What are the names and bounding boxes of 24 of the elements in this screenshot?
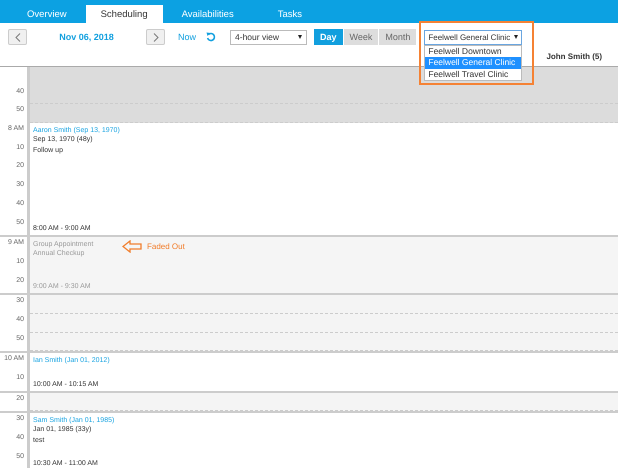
provider-name: John Smith (5) — [546, 52, 602, 63]
chevron-right-icon — [152, 32, 158, 42]
view-tab[interactable]: Month — [379, 29, 416, 45]
dropdown-option[interactable]: Feelwell Downtown — [425, 46, 522, 57]
dropdown-option[interactable]: Feelwell General Clinic — [425, 57, 522, 68]
tab[interactable]: Overview — [12, 5, 82, 23]
chevron-left-icon — [14, 32, 20, 42]
now-link[interactable]: Now — [178, 32, 196, 42]
next-button[interactable] — [146, 29, 165, 45]
left-arrow-icon — [122, 240, 142, 254]
tab[interactable]: Availabilities — [166, 5, 249, 23]
caret-icon — [514, 35, 518, 39]
view-tab[interactable]: Week — [344, 29, 378, 45]
view-tab[interactable]: Day — [314, 29, 343, 45]
tab[interactable]: Scheduling — [86, 5, 163, 23]
tab[interactable]: Tasks — [262, 5, 318, 23]
refresh-icon[interactable] — [206, 32, 216, 42]
view-select[interactable]: 4-hour view — [230, 30, 308, 44]
current-date: Nov 06, 2018 — [58, 32, 115, 42]
location-select[interactable]: Feelwell General Clinic — [424, 30, 522, 44]
caret-icon — [298, 35, 302, 39]
previous-button[interactable] — [8, 29, 27, 45]
dropdown-option[interactable]: Feelwell Travel Clinic — [425, 68, 522, 80]
annotation-label: Faded Out — [147, 242, 185, 252]
